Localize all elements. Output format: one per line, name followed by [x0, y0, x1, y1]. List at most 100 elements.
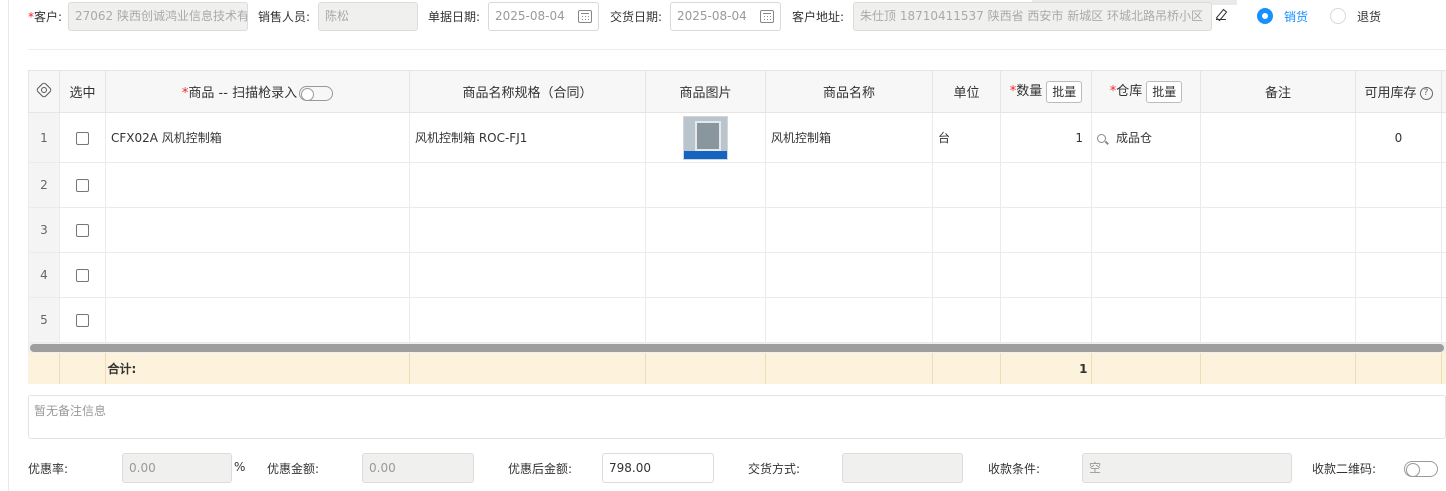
scrollbar-thumb[interactable] — [30, 344, 1444, 352]
after-discount-field[interactable]: 798.00 — [602, 453, 714, 483]
remark-cell[interactable] — [1200, 297, 1356, 343]
items-table: 选中 *商品 -- 扫描枪录入 商品名称规格（合同） 商品图片 商品名称 单位 … — [28, 70, 1446, 343]
delivery-method-field[interactable] — [842, 453, 963, 483]
row-checkbox[interactable] — [76, 224, 89, 237]
name-cell[interactable] — [765, 297, 933, 343]
name-cell[interactable]: 风机控制箱 — [765, 112, 933, 163]
spec-cell[interactable] — [409, 252, 646, 298]
percent-sign: % — [234, 460, 246, 474]
image-cell — [645, 252, 766, 298]
product-cell[interactable] — [105, 162, 410, 208]
remark-cell[interactable] — [1200, 252, 1356, 298]
delivery-method-label: 交货方式: — [748, 462, 801, 476]
stock-cell — [1355, 252, 1442, 298]
product-thumbnail[interactable] — [683, 115, 728, 160]
settings-icon[interactable] — [37, 83, 51, 97]
warehouse-cell[interactable] — [1091, 297, 1201, 343]
qty-cell[interactable] — [1000, 252, 1092, 298]
radio-return-label[interactable]: 退货 — [1357, 8, 1381, 25]
remark-cell[interactable] — [1200, 207, 1356, 253]
name-cell[interactable] — [765, 162, 933, 208]
spec-cell[interactable] — [409, 207, 646, 253]
column-settings[interactable] — [28, 70, 60, 113]
image-cell — [645, 207, 766, 253]
delivery-date-field[interactable]: 2025-08-04 — [670, 2, 781, 31]
name-cell[interactable] — [765, 207, 933, 253]
col-image: 商品图片 — [645, 70, 766, 113]
remark-cell[interactable] — [1200, 162, 1356, 208]
qty-cell[interactable] — [1000, 162, 1092, 208]
header-divider — [28, 49, 1446, 50]
radio-sale-label[interactable]: 销货 — [1284, 8, 1308, 25]
row-checkbox[interactable] — [76, 269, 89, 282]
scanner-toggle[interactable] — [299, 86, 334, 101]
customer-label: *客户: — [28, 10, 63, 24]
order-date-field[interactable]: 2025-08-04 — [488, 2, 599, 31]
delivery-date-label: 交货日期: — [610, 10, 663, 24]
unit-cell[interactable]: 台 — [932, 112, 1001, 163]
summary-row: 合计: 1 — [28, 353, 1446, 384]
remark-textarea[interactable]: 暂无备注信息 — [28, 395, 1446, 439]
discount-rate-field[interactable]: 0.00 — [122, 453, 232, 483]
spec-cell[interactable]: 风机控制箱 ROC-FJ1 — [409, 112, 646, 163]
qty-cell[interactable] — [1000, 297, 1092, 343]
warehouse-cell[interactable]: 成品仓 — [1091, 112, 1201, 163]
row-checkbox[interactable] — [76, 314, 89, 327]
discount-rate-label: 优惠率: — [28, 462, 69, 476]
product-cell[interactable]: CFX02A 风机控制箱 — [105, 112, 410, 163]
spec-cell[interactable] — [409, 297, 646, 343]
col-stock: 可用库存? — [1355, 70, 1442, 113]
search-icon[interactable] — [1097, 134, 1106, 143]
order-date-label: 单据日期: — [428, 10, 481, 24]
product-cell[interactable] — [105, 297, 410, 343]
unit-cell[interactable] — [932, 297, 1001, 343]
spec-cell[interactable] — [409, 162, 646, 208]
row-select-cell — [59, 112, 106, 163]
qr-code-toggle[interactable] — [1404, 461, 1438, 477]
product-cell[interactable] — [105, 252, 410, 298]
salesperson-field[interactable]: 陈松 — [318, 2, 418, 31]
unit-cell[interactable] — [932, 252, 1001, 298]
payment-terms-label: 收款条件: — [988, 462, 1041, 476]
table-row[interactable]: 1 CFX02A 风机控制箱 风机控制箱 ROC-FJ1 风机控制箱 台 1 成… — [28, 112, 1446, 163]
table-row[interactable]: 2 — [28, 162, 1446, 208]
row-checkbox[interactable] — [76, 179, 89, 192]
edit-address-icon[interactable] — [1216, 10, 1226, 20]
radio-sale[interactable] — [1257, 8, 1273, 24]
table-header-row: 选中 *商品 -- 扫描枪录入 商品名称规格（合同） 商品图片 商品名称 单位 … — [28, 70, 1446, 113]
warehouse-cell[interactable] — [1091, 252, 1201, 298]
calendar-icon[interactable] — [578, 10, 592, 23]
warehouse-batch-button[interactable]: 批量 — [1146, 80, 1183, 103]
discount-amount-field[interactable]: 0.00 — [362, 453, 474, 483]
payment-terms-field[interactable]: 空 — [1082, 453, 1292, 483]
remark-cell[interactable] — [1200, 112, 1356, 163]
table-row[interactable]: 5 — [28, 297, 1446, 343]
row-checkbox[interactable] — [76, 131, 89, 145]
qty-cell[interactable] — [1000, 207, 1092, 253]
calendar-icon[interactable] — [760, 10, 774, 23]
row-select-cell — [59, 162, 106, 208]
unit-cell[interactable] — [932, 162, 1001, 208]
address-field[interactable]: 朱仕顶 18710411537 陕西省 西安市 新城区 环城北路吊桥小区 — [853, 2, 1212, 31]
product-cell[interactable] — [105, 207, 410, 253]
warehouse-cell[interactable] — [1091, 162, 1201, 208]
qty-batch-button[interactable]: 批量 — [1046, 80, 1083, 103]
help-icon[interactable]: ? — [1419, 87, 1433, 100]
unit-cell[interactable] — [932, 207, 1001, 253]
qty-cell[interactable]: 1 — [1000, 112, 1092, 163]
image-cell — [645, 112, 766, 163]
row-index: 1 — [28, 112, 60, 163]
table-row[interactable]: 4 — [28, 252, 1446, 298]
name-cell[interactable] — [765, 252, 933, 298]
table-row[interactable]: 3 — [28, 207, 1446, 253]
row-index: 2 — [28, 162, 60, 208]
summary-label: 合计: — [105, 353, 410, 384]
row-index: 5 — [28, 297, 60, 343]
row-select-cell — [59, 297, 106, 343]
radio-return[interactable] — [1330, 8, 1346, 24]
summary-qty: 1 — [1000, 353, 1092, 384]
customer-field[interactable]: 27062 陕西创诚鸿业信息技术有 — [68, 2, 248, 31]
warehouse-cell[interactable] — [1091, 207, 1201, 253]
col-spec: 商品名称规格（合同） — [409, 70, 646, 113]
horizontal-scrollbar[interactable] — [28, 343, 1446, 353]
